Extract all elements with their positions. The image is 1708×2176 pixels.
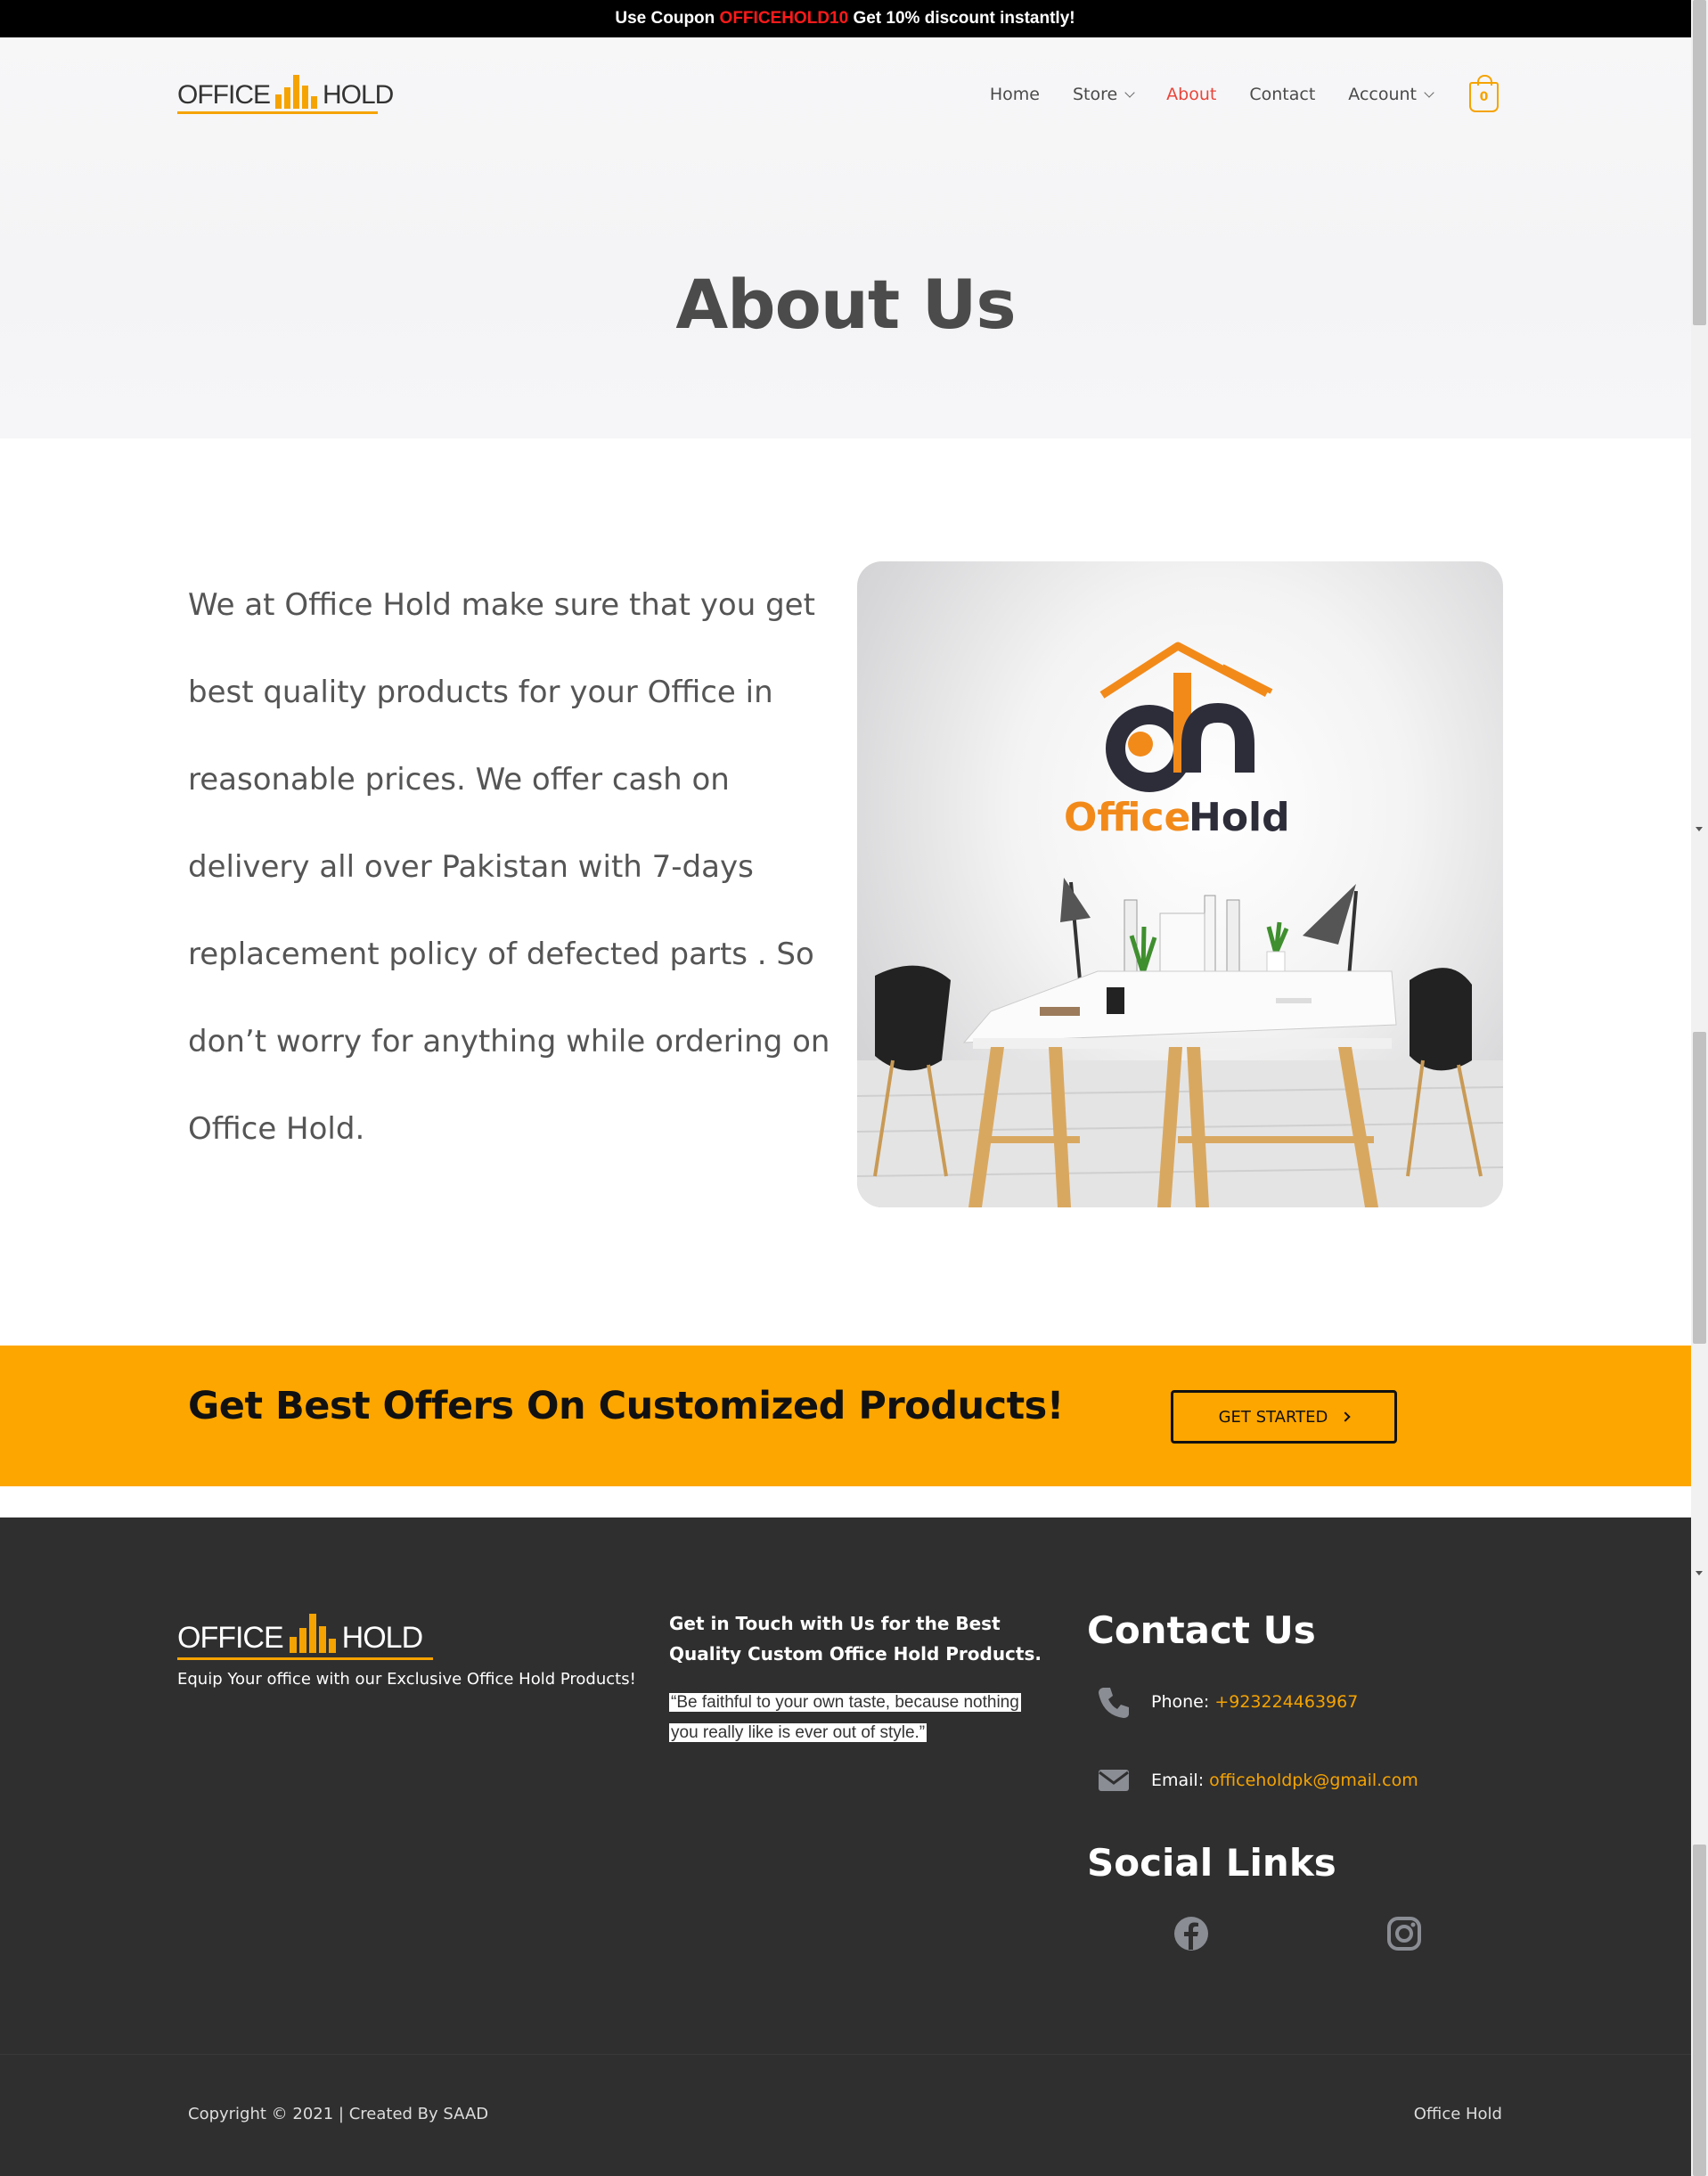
logo-text-right: HOLD — [323, 80, 394, 110]
email-link[interactable]: officeholdpk@gmail.com — [1209, 1771, 1418, 1790]
footer-logo-bars-icon — [289, 1608, 336, 1653]
footer-tagline: Equip Your office with our Exclusive Off… — [177, 1670, 636, 1689]
page-title: About Us — [675, 265, 1016, 344]
quote-text: “Be faithful to your own taste, because … — [669, 1693, 1021, 1742]
nav-item-contact[interactable]: Contact — [1249, 85, 1315, 104]
email-label: Email: — [1151, 1771, 1205, 1790]
scrollbar-thumb[interactable] — [1693, 0, 1706, 325]
announcement-suffix: Get 10% discount instantly! — [853, 9, 1075, 28]
logo-bars-icon — [275, 70, 317, 109]
copyright-text: Copyright © 2021 | Created By SAAD — [188, 2105, 489, 2123]
scrollbar-thumb-tertiary[interactable] — [1693, 1845, 1706, 2176]
office-illustration: Office Hold — [857, 642, 1503, 1207]
scrollbar-thumb-secondary[interactable] — [1693, 1032, 1706, 1344]
cart-button[interactable]: 0 — [1469, 75, 1499, 112]
phone-link[interactable]: +923224463967 — [1214, 1692, 1358, 1712]
phone-label: Phone: — [1151, 1692, 1210, 1712]
contact-heading: Contact Us — [1087, 1608, 1316, 1652]
nav-item-home[interactable]: Home — [990, 85, 1040, 104]
nav-label: Home — [989, 85, 1040, 104]
cta-title: Get Best Offers On Customized Products! — [188, 1384, 1064, 1428]
instagram-icon[interactable] — [1386, 1916, 1422, 1951]
facebook-icon[interactable] — [1173, 1916, 1209, 1951]
nav-item-about[interactable]: About — [1166, 85, 1216, 104]
footer-logo-text-left: OFFICE — [177, 1621, 284, 1655]
footer-right-text: Office Hold — [1413, 2105, 1502, 2123]
chevron-right-icon — [1340, 1411, 1352, 1422]
contact-email: Email: officeholdpk@gmail.com — [1096, 1767, 1418, 1794]
nav-label: Store — [1072, 85, 1118, 104]
logo-text-left: OFFICE — [177, 80, 271, 110]
footer-logo-underline — [177, 1657, 433, 1660]
logo-underline — [177, 111, 378, 114]
footer-divider — [0, 2054, 1691, 2055]
footer-mid-heading: Get in Touch with Us for the Best Qualit… — [669, 1613, 1042, 1665]
about-image: Office Hold — [857, 561, 1503, 1207]
envelope-icon — [1099, 1770, 1129, 1791]
nav-label: Contact — [1249, 85, 1316, 104]
nav-item-account[interactable]: Account — [1348, 85, 1434, 104]
announcement-bar: Use Coupon OFFICEHOLD10 Get 10% discount… — [0, 0, 1708, 37]
coupon-code: OFFICEHOLD10 — [719, 9, 849, 28]
scroll-down-arrow-icon[interactable] — [1696, 1571, 1703, 1575]
nav-item-store[interactable]: Store — [1072, 85, 1135, 104]
chevron-down-icon — [1424, 86, 1434, 98]
contact-phone: Phone: +923224463967 — [1096, 1684, 1358, 1720]
page-header: OFFICE HOLD Home Store About Contact Acc… — [0, 37, 1691, 438]
get-started-button[interactable]: GET STARTED — [1171, 1390, 1397, 1444]
image-brand-hold: Hold — [1189, 795, 1290, 840]
main-nav: Home Store About Contact Account 0 — [990, 75, 1499, 112]
scroll-down-arrow-icon[interactable] — [1696, 827, 1703, 831]
phone-icon — [1099, 1688, 1129, 1718]
get-started-label: GET STARTED — [1218, 1407, 1328, 1427]
announcement-prefix: Use Coupon — [615, 9, 715, 28]
nav-label: Account — [1348, 85, 1417, 104]
nav-label: About — [1166, 85, 1217, 104]
site-logo[interactable]: OFFICE HOLD — [177, 64, 394, 114]
about-paragraph: We at Office Hold make sure that you get… — [188, 587, 830, 1147]
chevron-down-icon — [1124, 86, 1135, 98]
image-brand-office: Office — [1064, 795, 1190, 840]
footer-logo[interactable]: OFFICE HOLD — [177, 1608, 433, 1660]
footer-quote: “Be faithful to your own taste, because … — [669, 1688, 1026, 1748]
social-heading: Social Links — [1087, 1841, 1336, 1885]
footer-logo-text-right: HOLD — [341, 1621, 423, 1655]
cart-count: 0 — [1479, 90, 1489, 104]
